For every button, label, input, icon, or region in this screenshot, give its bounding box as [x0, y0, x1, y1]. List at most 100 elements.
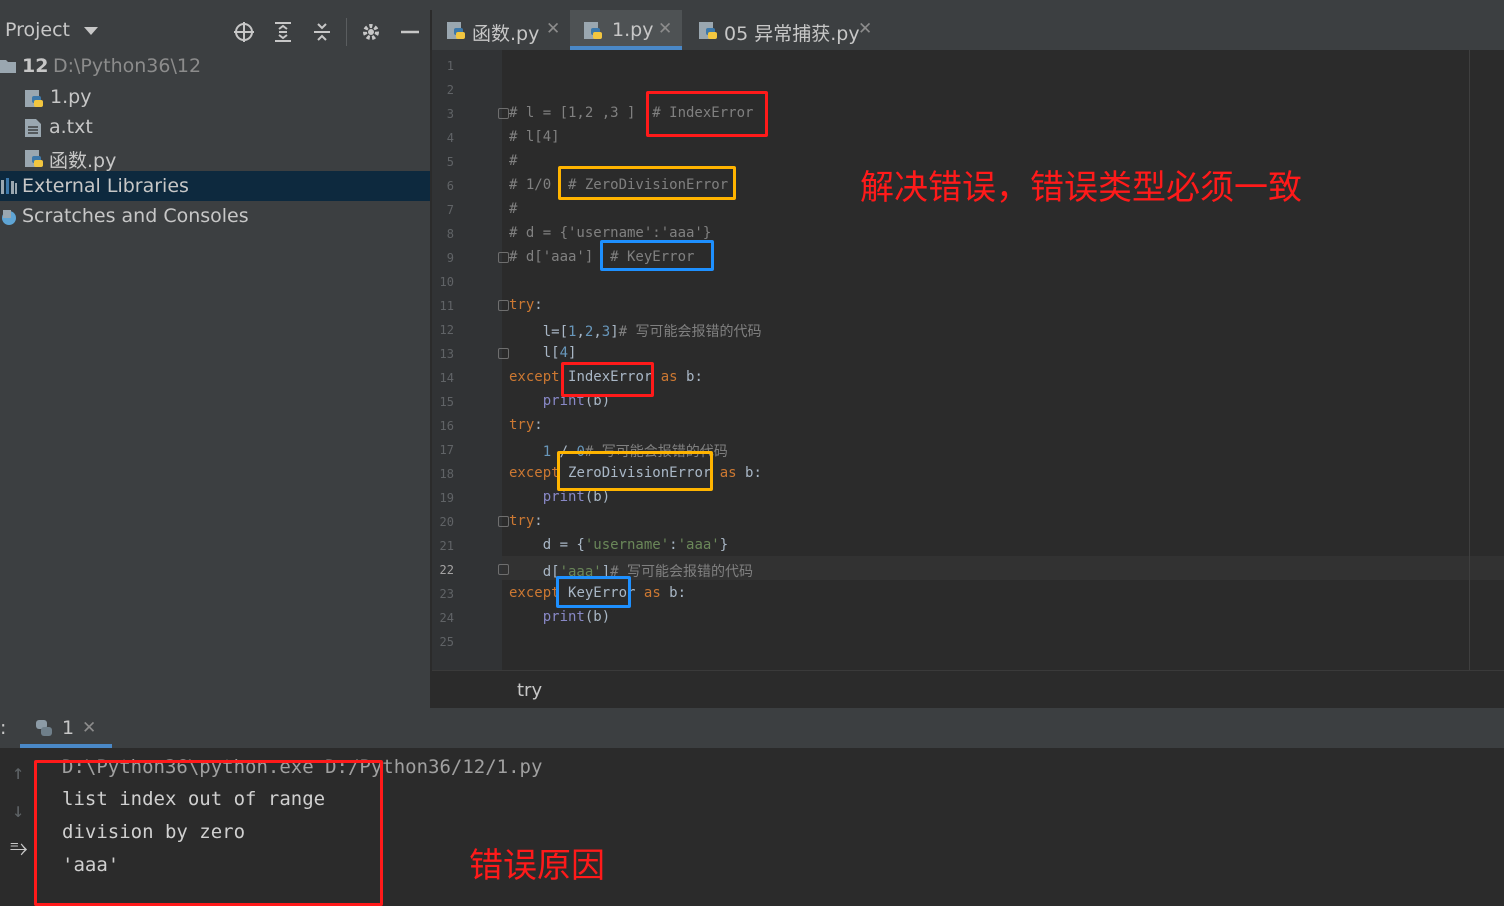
line-number: 24 — [439, 611, 454, 625]
line-number: 21 — [439, 539, 454, 553]
chevron-down-icon[interactable] — [84, 27, 98, 35]
breadcrumb[interactable]: try — [517, 680, 542, 701]
code-line-13: l[4] — [509, 345, 577, 361]
line-number: 23 — [439, 587, 454, 601]
close-icon[interactable]: ✕ — [546, 19, 560, 39]
breadcrumb-bar: try — [432, 670, 1504, 709]
run-tool-window-header: : 1 ✕ — [0, 708, 1504, 748]
toolbar-divider — [346, 18, 347, 46]
fold-marker-icon[interactable] — [498, 564, 509, 575]
line-number: 15 — [439, 395, 454, 409]
line-number: 8 — [446, 227, 454, 241]
line-number: 7 — [446, 203, 454, 217]
fold-marker-icon[interactable] — [498, 300, 509, 311]
fold-marker-icon[interactable] — [498, 516, 509, 527]
line-number: 10 — [439, 275, 454, 289]
locate-icon[interactable] — [232, 20, 256, 44]
python-file-icon — [447, 22, 465, 39]
fold-marker-icon[interactable] — [498, 108, 509, 119]
editor-tab-bar: 函数.py ✕ 1.py ✕ 05 异常捕获.py ✕ — [432, 10, 1504, 50]
right-margin-guide — [1469, 50, 1470, 670]
close-icon[interactable]: ✕ — [858, 19, 872, 39]
line-number: 11 — [439, 299, 454, 313]
line-number: 2 — [446, 83, 454, 97]
project-view-title[interactable]: Project — [5, 19, 70, 41]
annotation-box-index-error-comment — [646, 91, 768, 137]
tree-item-label: 12 — [22, 55, 49, 77]
line-number: 19 — [439, 491, 454, 505]
line-number: 22 — [439, 563, 454, 577]
line-number: 13 — [439, 347, 454, 361]
hide-panel-icon[interactable] — [398, 20, 422, 44]
python-file-icon — [25, 90, 43, 107]
tree-item-folder-12[interactable]: 12 D:\Python36\12 — [0, 51, 430, 81]
run-tab-label: 1 — [62, 717, 75, 739]
tree-item-atxt[interactable]: a.txt — [0, 112, 430, 142]
code-line-20: try: — [509, 513, 543, 529]
python-file-icon — [699, 22, 717, 39]
tree-item-label: 1.py — [50, 86, 92, 108]
line-number: 1 — [446, 59, 454, 73]
code-line-16: try: — [509, 417, 543, 433]
tab-hanshu-py[interactable]: 函数.py ✕ — [432, 10, 568, 50]
run-tab-1[interactable]: 1 ✕ — [20, 708, 112, 748]
line-number: 14 — [439, 371, 454, 385]
line-number: 16 — [439, 419, 454, 433]
collapse-all-icon[interactable] — [310, 20, 334, 44]
tree-item-scratches[interactable]: Scratches and Consoles — [0, 201, 430, 231]
tree-item-external-libraries[interactable]: External Libraries — [0, 171, 430, 201]
code-line-4: # l[4] — [509, 129, 560, 145]
annotation-note-bottom: 错误原因 — [469, 846, 605, 886]
tab-label: 05 异常捕获.py — [724, 23, 860, 45]
scratches-icon — [2, 210, 16, 225]
annotation-box-except-keyerror — [556, 576, 631, 608]
code-line-11: try: — [509, 297, 543, 313]
annotation-box-keyerror-comment — [600, 240, 714, 271]
scroll-up-icon[interactable]: ↑ — [12, 760, 24, 784]
fold-marker-icon[interactable] — [498, 252, 509, 263]
code-line-7: # — [509, 201, 518, 217]
close-icon[interactable]: ✕ — [658, 19, 672, 39]
project-panel-header: Project — [0, 10, 430, 52]
line-number: 9 — [446, 251, 454, 265]
tree-item-label: External Libraries — [22, 175, 189, 197]
line-number: 17 — [439, 443, 454, 457]
close-icon[interactable]: ✕ — [82, 718, 96, 738]
fold-marker-icon[interactable] — [498, 348, 509, 359]
annotation-box-except-indexerror — [561, 362, 654, 397]
tree-item-1py[interactable]: 1.py — [0, 82, 430, 112]
annotation-box-zerodivision-comment — [558, 166, 736, 200]
tree-item-hanshu-py[interactable]: 函数.py — [0, 142, 430, 172]
tree-item-label: 函数.py — [49, 150, 117, 172]
python-icon — [36, 720, 52, 736]
line-number: 6 — [446, 179, 454, 193]
tree-item-label: a.txt — [49, 116, 93, 138]
line-number: 20 — [439, 515, 454, 529]
code-line-21: d = {'username':'aaa'} — [509, 537, 729, 553]
project-panel: Project 12 D:\Python36\12 1.py a.txt 函数.… — [0, 0, 430, 708]
code-line-19: print(b) — [542, 489, 611, 505]
annotation-box-console-output — [34, 760, 383, 906]
scroll-down-icon[interactable]: ↓ — [12, 798, 24, 822]
annotation-note-top: 解决错误，错误类型必须一致 — [860, 168, 1302, 208]
python-file-icon — [25, 150, 43, 167]
tab-label: 函数.py — [472, 23, 540, 45]
tab-05-exception[interactable]: 05 异常捕获.py ✕ — [684, 10, 884, 50]
soft-wrap-icon[interactable]: ⥱ — [10, 836, 28, 861]
libraries-icon — [1, 178, 17, 194]
folder-icon — [0, 60, 16, 73]
line-number: 12 — [439, 323, 454, 337]
tree-item-label: Scratches and Consoles — [22, 205, 249, 227]
code-line-12: l=[1,2,3]# 写可能会报错的代码 — [509, 324, 762, 340]
expand-all-icon[interactable] — [271, 20, 295, 44]
line-number: 4 — [446, 131, 454, 145]
line-number: 3 — [446, 107, 454, 121]
gear-icon[interactable] — [359, 20, 383, 44]
line-number: 25 — [439, 635, 454, 649]
tab-1py[interactable]: 1.py ✕ — [570, 10, 682, 50]
line-number: 5 — [446, 155, 454, 169]
code-line-24: print(b) — [542, 609, 611, 625]
tree-item-path: D:\Python36\12 — [53, 55, 202, 77]
annotation-box-except-zerodivision — [557, 451, 713, 491]
line-number: 18 — [439, 467, 454, 481]
